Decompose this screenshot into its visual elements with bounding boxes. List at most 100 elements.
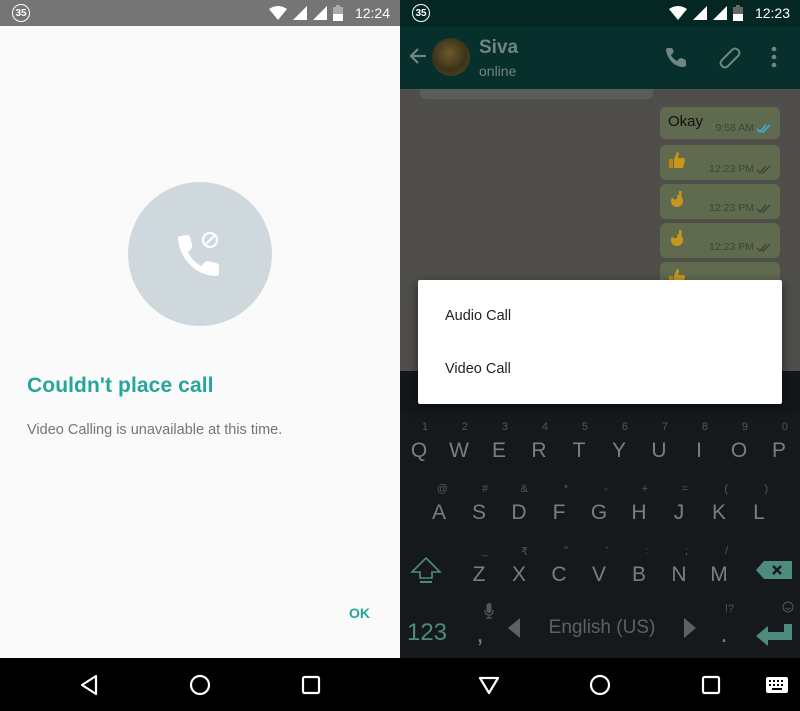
key-label: O (730, 439, 748, 462)
back-icon (80, 674, 98, 695)
key-e[interactable]: 3E (480, 417, 518, 475)
home-button[interactable] (589, 674, 611, 696)
key-r[interactable]: 4R (520, 417, 558, 475)
period-key[interactable]: !? . (704, 599, 744, 657)
key-label: Q (410, 439, 428, 462)
key-t[interactable]: 5T (560, 417, 598, 475)
key-s[interactable]: # S (460, 479, 498, 537)
attach-button[interactable] (717, 46, 741, 75)
key-label: H (631, 501, 647, 524)
key-b[interactable]: :B (620, 541, 658, 599)
enter-key[interactable] (748, 599, 800, 657)
menu-item-audio-call[interactable]: Audio Call (445, 308, 511, 324)
key-n[interactable]: ; N (660, 541, 698, 599)
more-options-button[interactable] (771, 46, 777, 73)
key-k[interactable]: (K (700, 479, 738, 537)
key-alt-label: ' (605, 545, 608, 557)
key-q[interactable]: 1Q (400, 417, 438, 475)
message-time: 12:23 PM (709, 202, 754, 214)
key-alt-label: ) (764, 483, 768, 495)
keyboard: 1Q2W3E4R5T6Y7U8I9O0P @ A # S & D * F - G + H = J(K) L … (400, 371, 800, 658)
keyboard-switch-button[interactable] (766, 676, 788, 693)
key-alt-label: _ (481, 545, 488, 557)
contact-avatar[interactable] (432, 38, 470, 76)
chat-header: Siva online (400, 26, 800, 89)
outgoing-message[interactable]: 12:23 PM (660, 223, 780, 258)
microphone-icon (484, 603, 494, 619)
hide-keyboard-button[interactable] (478, 675, 500, 695)
outgoing-message[interactable]: 12:23 PM (660, 145, 780, 180)
key-d[interactable]: & D (500, 479, 538, 537)
back-button[interactable] (408, 46, 428, 71)
left-screen: 35 12:24 Couldn't place call Video Calli… (0, 0, 400, 711)
key-h[interactable]: + H (620, 479, 658, 537)
key-o[interactable]: 9O (720, 417, 758, 475)
back-button[interactable] (79, 674, 99, 696)
key-p[interactable]: 0P (760, 417, 798, 475)
language-next-icon (684, 618, 696, 638)
key-label: N (671, 563, 687, 586)
dialog-message: Video Calling is unavailable at this tim… (27, 422, 283, 438)
key-label: M (710, 563, 728, 586)
backspace-key[interactable] (748, 541, 800, 599)
key-alt-label: 8 (701, 421, 708, 433)
notification-badge: 35 (412, 4, 430, 22)
message-time: 9:58 AM (715, 122, 754, 134)
call-type-menu: Audio Call Video Call (418, 280, 782, 404)
key-i[interactable]: 8I (680, 417, 718, 475)
shift-key[interactable] (400, 541, 452, 599)
key-z[interactable]: _ Z (460, 541, 498, 599)
ok-button[interactable]: OK (349, 605, 370, 621)
recents-button[interactable] (701, 675, 721, 695)
key-c[interactable]: " C (540, 541, 578, 599)
outgoing-message[interactable]: Okay 9:58 AM (660, 107, 780, 139)
signal-icon (692, 6, 707, 20)
key-x[interactable]: ₹ X (500, 541, 538, 599)
keyboard-row-1: 1Q2W3E4R5T6Y7U8I9O0P (400, 417, 800, 479)
key-label: B (631, 563, 646, 586)
key-alt-label: & (520, 483, 528, 495)
key-alt-label: " (564, 545, 568, 557)
key-f[interactable]: * F (540, 479, 578, 537)
recents-button[interactable] (301, 675, 321, 695)
key-u[interactable]: 7U (640, 417, 678, 475)
key-label: X (511, 563, 526, 586)
key-label: R (531, 439, 547, 462)
outgoing-message[interactable]: 12:23 PM (660, 184, 780, 219)
home-icon (189, 674, 211, 695)
comma-key[interactable]: , (460, 599, 500, 657)
key-alt-label: 1 (421, 421, 428, 433)
space-key[interactable]: English (US) (504, 599, 700, 657)
key-alt-label: / (724, 545, 728, 557)
key-g[interactable]: -G (580, 479, 618, 537)
key-label: U (651, 439, 667, 462)
key-j[interactable]: = J (660, 479, 698, 537)
key-alt-label: ₹ (521, 546, 528, 558)
key-a[interactable]: @ A (420, 479, 458, 537)
status-time: 12:23 (754, 5, 790, 21)
key-label: V (591, 563, 606, 586)
contact-name[interactable]: Siva (479, 37, 518, 59)
enter-icon (756, 624, 792, 646)
message-time: 12:23 PM (709, 163, 754, 175)
key-l[interactable]: ) L (740, 479, 778, 537)
key-v[interactable]: ' V (580, 541, 618, 599)
emoji-icon (782, 601, 794, 613)
keyboard-row-2: @ A # S & D * F - G + H = J(K) L (400, 479, 800, 541)
home-button[interactable] (189, 674, 211, 696)
key-w[interactable]: 2W (440, 417, 478, 475)
key-alt-label: ; (684, 545, 688, 557)
signal-icon (312, 6, 327, 20)
key-m[interactable]: / M (700, 541, 738, 599)
key-label: K (711, 501, 726, 524)
key-y[interactable]: 6Y (600, 417, 638, 475)
symbols-key[interactable]: 123 (400, 599, 454, 657)
key-label: E (491, 439, 506, 462)
battery-icon (732, 5, 743, 21)
delivered-ticks-icon (756, 204, 771, 214)
key-alt-label: * (563, 483, 568, 495)
key-label: W (449, 439, 469, 462)
read-ticks-icon (756, 124, 771, 134)
menu-item-video-call[interactable]: Video Call (445, 361, 511, 377)
voice-call-button[interactable] (665, 46, 687, 73)
